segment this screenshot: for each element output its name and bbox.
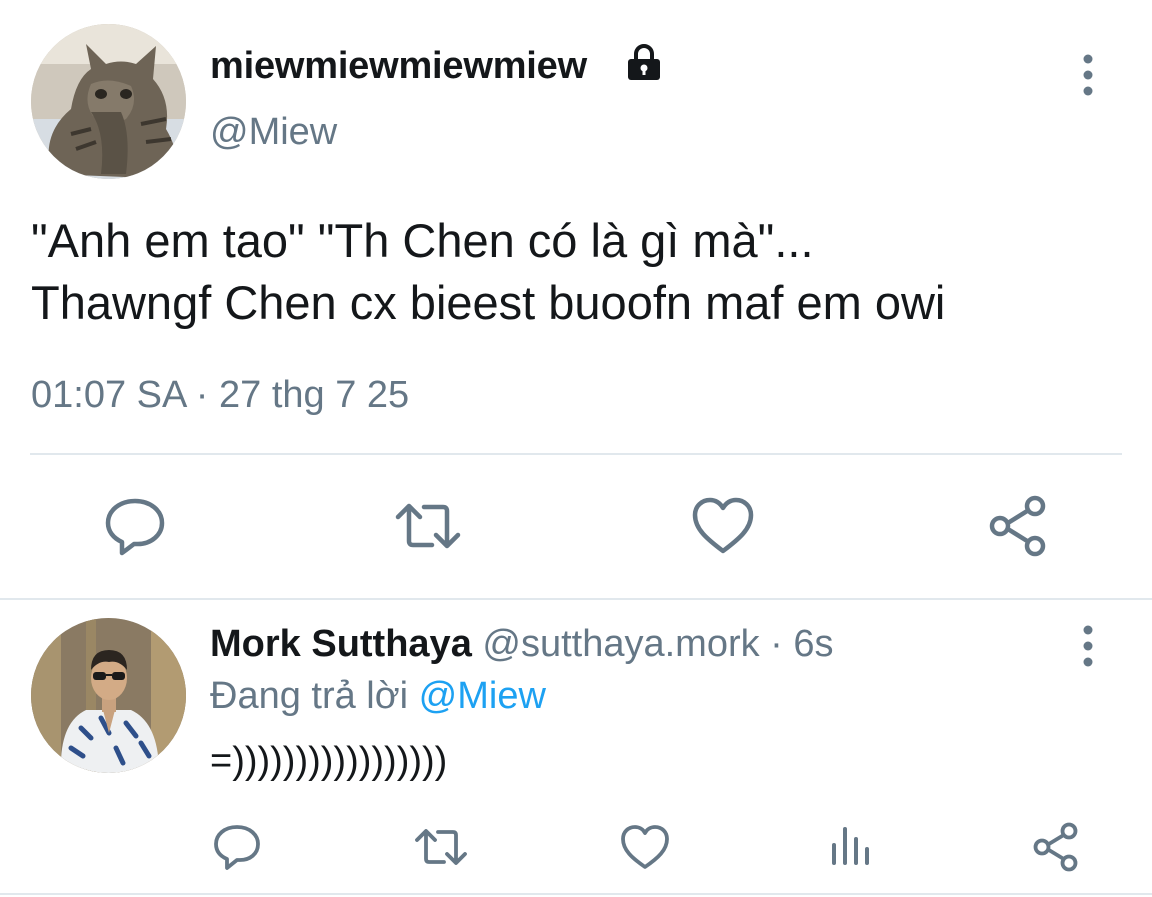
retweet-button[interactable] — [392, 493, 464, 559]
share-icon — [989, 495, 1046, 557]
reply-icon — [105, 498, 165, 556]
retweet-icon — [415, 829, 467, 865]
divider — [30, 453, 1122, 455]
view-activity-button[interactable] — [826, 821, 874, 873]
more-options-icon[interactable] — [1081, 53, 1095, 97]
cat-photo — [31, 24, 186, 179]
more-options-icon[interactable] — [1081, 624, 1095, 668]
reply-timestamp[interactable]: 6s — [793, 623, 833, 665]
replying-to-label: Đang trả lời — [210, 675, 419, 717]
retweet-icon — [395, 503, 461, 549]
divider — [0, 893, 1152, 895]
reply-button[interactable] — [100, 493, 170, 559]
like-button[interactable] — [689, 493, 757, 559]
heart-icon — [692, 497, 754, 554]
tweet-text-line-1: "Anh em tao" "Th Chen có là gì mà"... — [31, 214, 814, 267]
reply-button[interactable] — [210, 821, 264, 873]
author-handle[interactable]: @Miew — [210, 111, 337, 154]
reply-header: Mork Sutthaya @sutthaya.mork · 6s — [210, 623, 834, 666]
divider — [0, 598, 1152, 600]
stats-icon — [832, 827, 869, 865]
replying-to: Đang trả lời @Miew — [210, 675, 546, 718]
share-button[interactable] — [983, 493, 1053, 559]
tweet-text-line-2: Thawngf Chen cx bieest buoofn maf em owi — [31, 276, 946, 329]
share-icon — [1033, 822, 1078, 872]
author-avatar[interactable] — [31, 24, 186, 179]
reply-text: =))))))))))))))))) — [210, 740, 448, 782]
reply-author-handle[interactable]: @sutthaya.mork — [482, 623, 759, 665]
reply-author-display-name[interactable]: Mork Sutthaya — [210, 623, 472, 665]
heart-icon — [621, 825, 669, 869]
reply-icon — [214, 825, 260, 870]
tweet-text: "Anh em tao" "Th Chen có là gì mà"... Th… — [31, 210, 945, 334]
separator-dot: · — [759, 623, 794, 665]
lock-icon — [624, 42, 664, 82]
retweet-button[interactable] — [412, 821, 470, 873]
tweet-timestamp[interactable]: 01:07 SA · 27 thg 7 25 — [31, 374, 409, 417]
reply-author-avatar[interactable] — [31, 618, 186, 773]
person-photo — [31, 618, 186, 773]
share-button[interactable] — [1029, 821, 1083, 873]
author-display-name[interactable]: miewmiewmiewmiew — [210, 45, 587, 88]
replying-to-mention-link[interactable]: @Miew — [419, 675, 546, 717]
like-button[interactable] — [618, 821, 672, 873]
